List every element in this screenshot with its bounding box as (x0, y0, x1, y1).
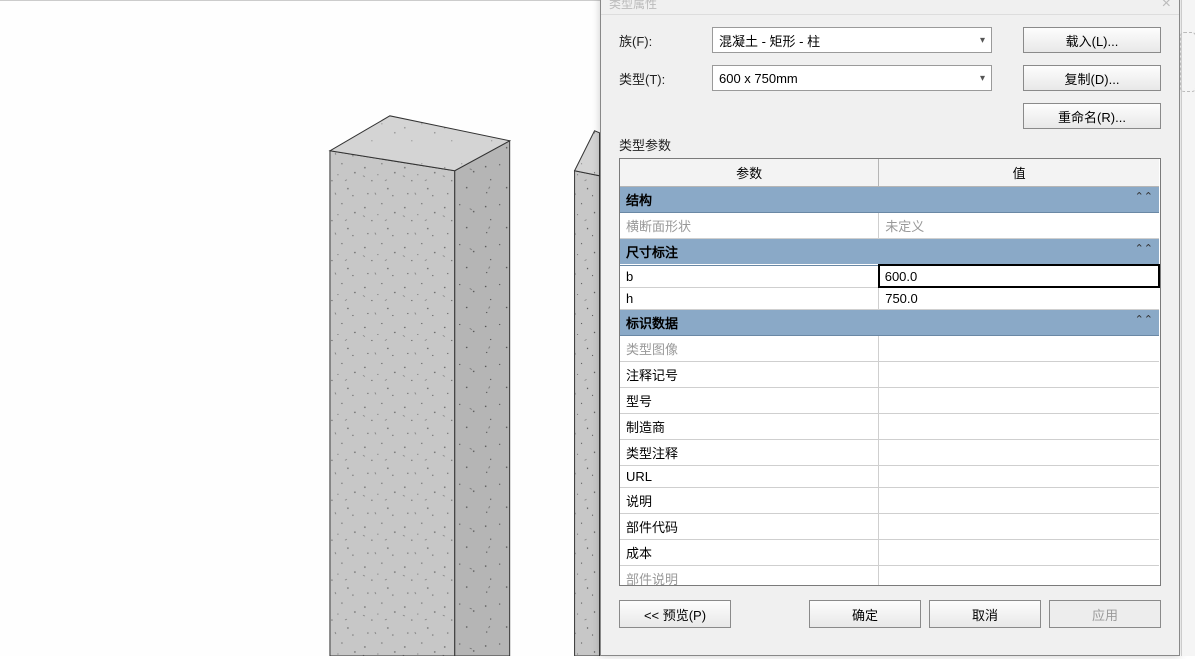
type-params-label: 类型参数 (601, 129, 1179, 158)
param-row[interactable]: 部件代码 (620, 514, 1159, 540)
family-label: 族(F): (619, 31, 704, 50)
chevron-down-icon: ▾ (980, 35, 985, 46)
column-3d-preview (0, 1, 600, 656)
collapsed-panel-tab[interactable] (1180, 32, 1195, 92)
type-params-panel: 参数 值 结构⌃⌃横断面形状未定义尺寸标注⌃⌃b600.0h750.0标识数据⌃… (619, 158, 1161, 586)
param-value-cell[interactable]: 600.0 (879, 265, 1159, 287)
param-name-cell[interactable]: 注释记号 (620, 362, 879, 388)
param-value-cell[interactable] (879, 336, 1159, 362)
param-row[interactable]: h750.0 (620, 287, 1159, 310)
param-value-cell[interactable] (879, 440, 1159, 466)
type-value: 600 x 750mm (719, 71, 798, 86)
type-label: 类型(T): (619, 69, 704, 88)
param-row[interactable]: URL (620, 466, 1159, 488)
type-properties-dialog: 类型属性 × 族(F): 混凝土 - 矩形 - 柱 ▾ 载入(L)... 类型(… (600, 0, 1180, 656)
param-name-cell[interactable]: 制造商 (620, 414, 879, 440)
family-combobox[interactable]: 混凝土 - 矩形 - 柱 ▾ (712, 27, 992, 53)
param-row[interactable]: 部件说明 (620, 566, 1159, 586)
param-value-cell[interactable] (879, 414, 1159, 440)
collapse-icon[interactable]: ⌃⌃ (1135, 190, 1153, 203)
param-value-cell[interactable] (879, 488, 1159, 514)
param-name-cell[interactable]: 部件代码 (620, 514, 879, 540)
param-value-cell[interactable]: 未定义 (879, 213, 1159, 239)
col-header-param[interactable]: 参数 (620, 159, 879, 187)
param-name-cell[interactable]: b (620, 265, 879, 287)
param-value-cell[interactable] (879, 466, 1159, 488)
param-name-cell[interactable]: h (620, 287, 879, 310)
cancel-button[interactable]: 取消 (929, 600, 1041, 628)
param-value-cell[interactable] (879, 540, 1159, 566)
param-value-cell[interactable] (879, 566, 1159, 586)
param-name-cell[interactable]: 成本 (620, 540, 879, 566)
right-side-panel-edge (1181, 0, 1195, 656)
preview-button[interactable]: << 预览(P) (619, 600, 731, 628)
param-name-cell[interactable]: URL (620, 466, 879, 488)
param-row[interactable]: 类型图像 (620, 336, 1159, 362)
rename-button[interactable]: 重命名(R)... (1023, 103, 1161, 129)
param-row[interactable]: 横断面形状未定义 (620, 213, 1159, 239)
dialog-titlebar[interactable]: 类型属性 × (601, 0, 1179, 15)
model-preview-viewport[interactable] (0, 0, 600, 656)
param-row[interactable]: 制造商 (620, 414, 1159, 440)
param-name-cell[interactable]: 型号 (620, 388, 879, 414)
param-value-cell[interactable] (879, 514, 1159, 540)
family-value: 混凝土 - 矩形 - 柱 (719, 31, 820, 50)
dialog-title-text: 类型属性 (609, 0, 657, 12)
param-row[interactable]: 型号 (620, 388, 1159, 414)
param-group-header[interactable]: 标识数据⌃⌃ (620, 310, 1159, 336)
chevron-down-icon: ▾ (980, 73, 985, 84)
param-value-cell[interactable]: 750.0 (879, 287, 1159, 310)
param-value-cell[interactable] (879, 388, 1159, 414)
ok-button[interactable]: 确定 (809, 600, 921, 628)
apply-button[interactable]: 应用 (1049, 600, 1161, 628)
load-button[interactable]: 载入(L)... (1023, 27, 1161, 53)
param-row[interactable]: b600.0 (620, 265, 1159, 287)
param-row[interactable]: 类型注释 (620, 440, 1159, 466)
type-combobox[interactable]: 600 x 750mm ▾ (712, 65, 992, 91)
param-row[interactable]: 成本 (620, 540, 1159, 566)
close-icon[interactable]: × (1162, 0, 1171, 13)
param-value-cell[interactable] (879, 362, 1159, 388)
collapse-icon[interactable]: ⌃⌃ (1135, 313, 1153, 326)
param-group-header[interactable]: 结构⌃⌃ (620, 187, 1159, 213)
param-name-cell[interactable]: 说明 (620, 488, 879, 514)
param-row[interactable]: 注释记号 (620, 362, 1159, 388)
type-params-table[interactable]: 参数 值 结构⌃⌃横断面形状未定义尺寸标注⌃⌃b600.0h750.0标识数据⌃… (620, 159, 1160, 585)
param-name-cell[interactable]: 类型图像 (620, 336, 879, 362)
param-group-header[interactable]: 尺寸标注⌃⌃ (620, 239, 1159, 266)
param-name-cell[interactable]: 类型注释 (620, 440, 879, 466)
param-name-cell[interactable]: 部件说明 (620, 566, 879, 586)
param-name-cell[interactable]: 横断面形状 (620, 213, 879, 239)
col-header-value[interactable]: 值 (879, 159, 1159, 187)
collapse-icon[interactable]: ⌃⌃ (1135, 242, 1153, 255)
param-row[interactable]: 说明 (620, 488, 1159, 514)
duplicate-button[interactable]: 复制(D)... (1023, 65, 1161, 91)
